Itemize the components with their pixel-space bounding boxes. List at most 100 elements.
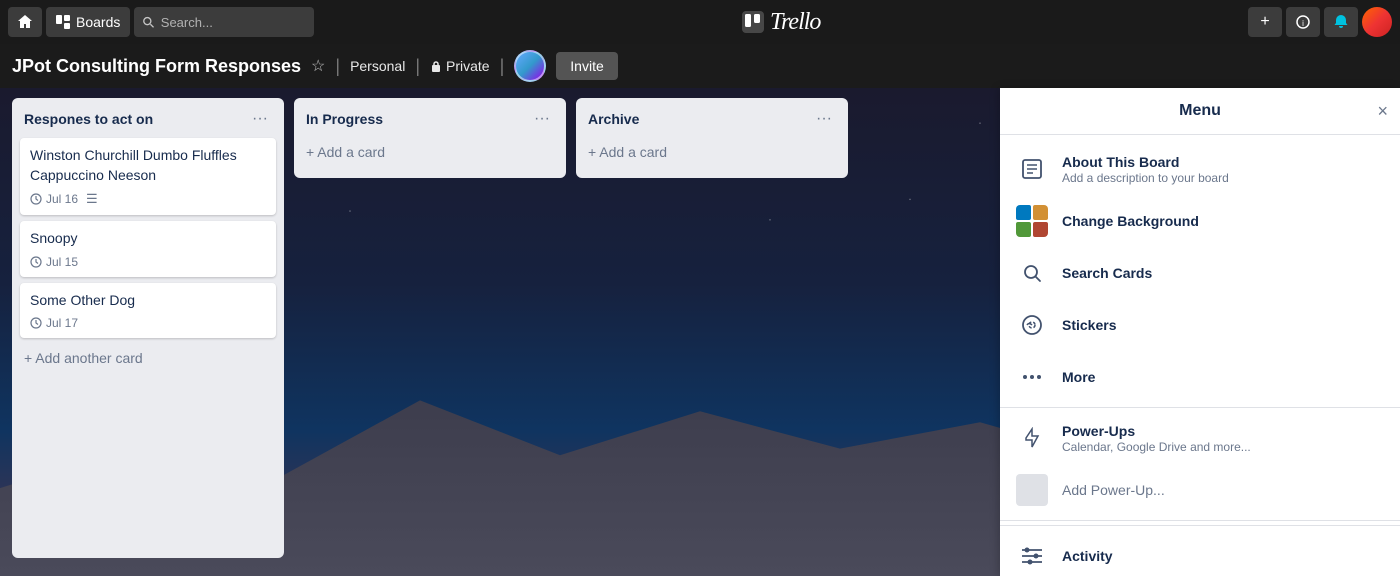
boards-icon xyxy=(56,15,70,29)
add-card-button-in-progress[interactable]: + Add a card xyxy=(302,138,558,166)
trello-logo: Trello xyxy=(742,9,820,36)
star-button[interactable]: ☆ xyxy=(311,56,325,76)
board-member-avatar[interactable] xyxy=(514,50,546,82)
boards-label: Boards xyxy=(76,14,120,30)
nav-center: Trello xyxy=(318,9,1244,36)
list-header-archive: Archive ··· xyxy=(584,106,840,132)
power-ups-icon xyxy=(1016,422,1048,454)
desc-icon-winston: ☰ xyxy=(86,191,98,207)
menu-item-more[interactable]: More xyxy=(1000,351,1400,403)
list-menu-button-in-progress[interactable]: ··· xyxy=(530,108,554,130)
divider-3: | xyxy=(500,56,505,77)
add-card-button-archive[interactable]: + Add a card xyxy=(584,138,840,166)
card-date-other-dog: Jul 17 xyxy=(30,316,78,330)
list-menu-button-archive[interactable]: ··· xyxy=(812,108,836,130)
trello-logo-icon xyxy=(742,11,764,33)
more-icon xyxy=(1016,361,1048,393)
list-menu-button-responses[interactable]: ··· xyxy=(248,108,272,130)
card-meta-other-dog: Jul 17 xyxy=(30,316,266,330)
top-nav: Boards Trello + i xyxy=(0,0,1400,44)
list-responses: Respones to act on ··· Winston Churchill… xyxy=(12,98,284,558)
menu-divider-2 xyxy=(1000,520,1400,521)
card-date-snoopy: Jul 15 xyxy=(30,255,78,269)
power-ups-sublabel: Calendar, Google Drive and more... xyxy=(1062,440,1251,454)
activity-icon xyxy=(1016,540,1048,572)
menu-item-add-powerup[interactable]: Add Power-Up... xyxy=(1000,464,1400,516)
card-meta-winston: Jul 16 ☰ xyxy=(30,191,266,207)
activity-label: Activity xyxy=(1062,548,1113,564)
board-privacy: Private xyxy=(430,58,490,74)
menu-header: Menu × xyxy=(1000,88,1400,135)
stickers-label: Stickers xyxy=(1062,317,1116,333)
stickers-icon xyxy=(1016,309,1048,341)
search-cards-label: Search Cards xyxy=(1062,265,1152,281)
change-bg-label: Change Background xyxy=(1062,213,1199,229)
notifications-button[interactable] xyxy=(1324,7,1358,37)
menu-body: About This Board Add a description to yo… xyxy=(1000,135,1400,576)
home-button[interactable] xyxy=(8,7,42,37)
power-ups-text: Power-Ups Calendar, Google Drive and mor… xyxy=(1062,423,1251,454)
clock-icon xyxy=(30,193,42,205)
add-powerup-icon xyxy=(1016,474,1048,506)
board-title: JPot Consulting Form Responses xyxy=(12,56,301,77)
card-title-other-dog: Some Other Dog xyxy=(30,291,266,311)
lock-icon xyxy=(430,60,442,72)
change-bg-text: Change Background xyxy=(1062,213,1199,229)
card-winston[interactable]: Winston Churchill Dumbo Fluffles Cappucc… xyxy=(20,138,276,215)
list-archive: Archive ··· + Add a card xyxy=(576,98,848,178)
stickers-text: Stickers xyxy=(1062,317,1116,333)
card-snoopy[interactable]: Snoopy Jul 15 xyxy=(20,221,276,277)
bell-icon xyxy=(1333,14,1349,30)
list-header-in-progress: In Progress ··· xyxy=(302,106,558,132)
menu-item-activity[interactable]: Activity xyxy=(1000,525,1400,576)
clock-icon-3 xyxy=(30,317,42,329)
board-visibility: Personal xyxy=(350,58,405,74)
privacy-label: Private xyxy=(446,58,490,74)
user-avatar-button[interactable] xyxy=(1362,7,1392,37)
menu-close-button[interactable]: × xyxy=(1377,101,1388,122)
search-bar[interactable] xyxy=(134,7,314,37)
board-header: JPot Consulting Form Responses ☆ | Perso… xyxy=(0,44,1400,88)
menu-item-stickers[interactable]: Stickers xyxy=(1000,299,1400,351)
more-label: More xyxy=(1062,369,1095,385)
nav-right: + i xyxy=(1248,7,1392,37)
card-title-winston: Winston Churchill Dumbo Fluffles Cappucc… xyxy=(30,146,266,185)
card-meta-snoopy: Jul 15 xyxy=(30,255,266,269)
search-input[interactable] xyxy=(161,15,307,30)
invite-button[interactable]: Invite xyxy=(556,52,617,80)
home-icon xyxy=(17,14,33,30)
power-ups-label: Power-Ups xyxy=(1062,423,1251,439)
right-menu-panel: Menu × About This Board Add a descriptio… xyxy=(1000,88,1400,576)
board-body: Respones to act on ··· Winston Churchill… xyxy=(0,88,1400,576)
boards-button[interactable]: Boards xyxy=(46,7,130,37)
divider-1: | xyxy=(335,56,340,77)
search-icon xyxy=(142,15,154,29)
card-other-dog[interactable]: Some Other Dog Jul 17 xyxy=(20,283,276,339)
divider-2: | xyxy=(415,56,420,77)
svg-text:i: i xyxy=(1302,19,1304,28)
list-title-in-progress: In Progress xyxy=(306,111,383,127)
search-cards-text: Search Cards xyxy=(1062,265,1152,281)
menu-item-about[interactable]: About This Board Add a description to yo… xyxy=(1000,143,1400,195)
menu-item-change-bg[interactable]: Change Background xyxy=(1000,195,1400,247)
search-cards-icon xyxy=(1016,257,1048,289)
power-ups-container: Power-Ups Calendar, Google Drive and mor… xyxy=(1000,412,1400,464)
card-date-winston: Jul 16 xyxy=(30,192,78,206)
add-button[interactable]: + xyxy=(1248,7,1282,37)
about-text: About This Board Add a description to yo… xyxy=(1062,154,1229,185)
list-title-responses: Respones to act on xyxy=(24,111,153,127)
list-in-progress: In Progress ··· + Add a card xyxy=(294,98,566,178)
more-text: More xyxy=(1062,369,1095,385)
menu-item-search-cards[interactable]: Search Cards xyxy=(1000,247,1400,299)
add-card-button-responses[interactable]: + Add another card xyxy=(20,344,276,372)
list-header-responses: Respones to act on ··· xyxy=(20,106,276,132)
info-button[interactable]: i xyxy=(1286,7,1320,37)
clock-icon-2 xyxy=(30,256,42,268)
add-powerup-label: Add Power-Up... xyxy=(1062,482,1165,498)
menu-divider-1 xyxy=(1000,407,1400,408)
about-icon xyxy=(1016,153,1048,185)
about-sublabel: Add a description to your board xyxy=(1062,171,1229,185)
card-title-snoopy: Snoopy xyxy=(30,229,266,249)
menu-item-power-ups[interactable]: Power-Ups Calendar, Google Drive and mor… xyxy=(1000,412,1400,464)
about-label: About This Board xyxy=(1062,154,1229,170)
